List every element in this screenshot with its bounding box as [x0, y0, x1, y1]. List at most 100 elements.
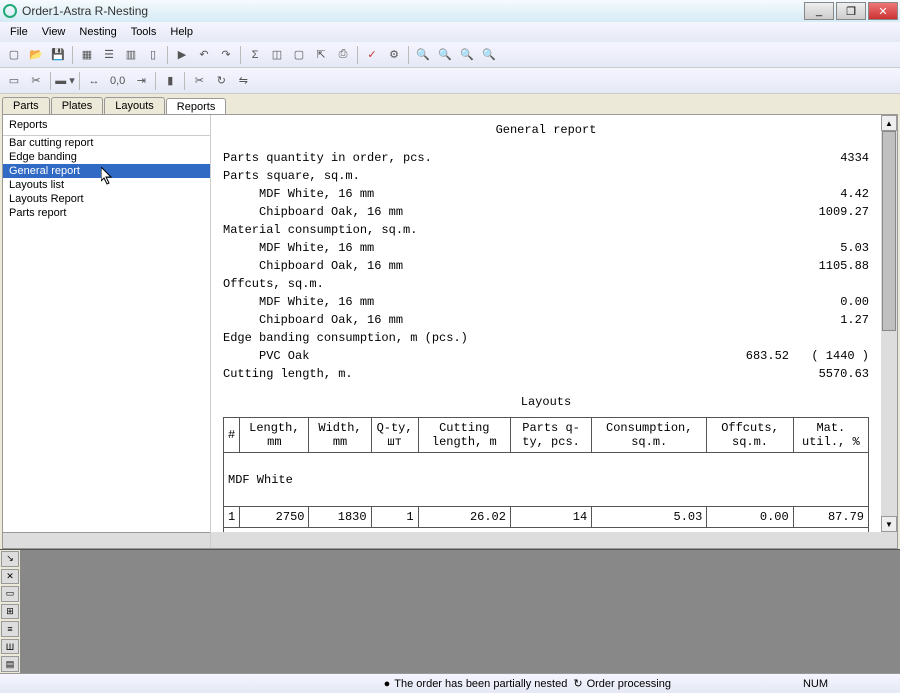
sheet-icon[interactable]: ▯ [143, 45, 163, 65]
tab-reports[interactable]: Reports [166, 98, 227, 115]
tab-parts[interactable]: Parts [2, 97, 50, 114]
grid-icon[interactable]: ▦ [77, 45, 97, 65]
window-title: Order1-Astra R-Nesting [22, 4, 804, 18]
print-icon[interactable]: ⎙ [333, 45, 353, 65]
check-icon[interactable]: ✓ [362, 45, 382, 65]
status-msg-2: Order processing [587, 678, 671, 690]
report-hscroll[interactable] [211, 532, 897, 548]
export-icon[interactable]: ⇱ [311, 45, 331, 65]
col-header: Cutting length, m [418, 418, 510, 453]
sidebar-hscroll[interactable] [3, 532, 210, 548]
kerf-icon[interactable]: ⇥ [131, 71, 151, 91]
layouts-table: #Length, mmWidth, mmQ-ty, штCutting leng… [223, 417, 869, 532]
sidebar-item[interactable]: Bar cutting report [3, 136, 210, 150]
tab-plates[interactable]: Plates [51, 97, 104, 114]
play-icon[interactable]: ▶ [172, 45, 192, 65]
tab-layouts[interactable]: Layouts [104, 97, 165, 114]
cursor-icon[interactable]: ↔ [84, 71, 104, 91]
precision-label[interactable]: 0,0 [106, 71, 129, 91]
report-content: General report Parts quantity in order, … [211, 115, 881, 532]
cell-width: 1830 [309, 507, 371, 528]
report-area: General report Parts quantity in order, … [211, 115, 897, 548]
report-value: 5570.63 [799, 365, 869, 383]
menu-file[interactable]: File [4, 24, 34, 40]
maximize-button[interactable]: ❐ [836, 2, 866, 20]
minimize-button[interactable]: _ [804, 2, 834, 20]
cell-parts: 14 [510, 507, 591, 528]
menu-nesting[interactable]: Nesting [73, 24, 122, 40]
box-icon[interactable]: ▢ [289, 45, 309, 65]
scroll-down-icon[interactable]: ▼ [881, 516, 897, 532]
cut-icon[interactable]: ▮ [160, 71, 180, 91]
scissors-icon[interactable]: ✂ [189, 71, 209, 91]
books-icon[interactable]: ▥ [121, 45, 141, 65]
report-label: Chipboard Oak, 16 mm [223, 311, 403, 329]
report-value: 5.03 [820, 239, 869, 257]
tool-b-icon[interactable]: ⊞ [1, 604, 19, 620]
flip-icon[interactable]: ⇋ [233, 71, 253, 91]
cell-off: 0.00 [707, 507, 793, 528]
report-value: 1.27 [820, 311, 869, 329]
zoom-fit-icon[interactable]: 🔍 [457, 45, 477, 65]
toolbar-1: ▢ 📂 💾 ▦ ☰ ▥ ▯ ▶ ↶ ↷ Σ ◫ ▢ ⇱ ⎙ ✓ ⚙ 🔍 🔍 🔍 … [0, 42, 900, 68]
new-icon[interactable]: ▢ [4, 45, 24, 65]
sigma-icon[interactable]: Σ [245, 45, 265, 65]
sidebar-item[interactable]: Layouts Report [3, 192, 210, 206]
material-row: MDF White [224, 453, 869, 507]
chart-icon[interactable]: ◫ [267, 45, 287, 65]
zoom-out-icon[interactable]: 🔍 [435, 45, 455, 65]
zoom-in-icon[interactable]: 🔍 [413, 45, 433, 65]
sidebar-list: Bar cutting reportEdge bandingGeneral re… [3, 136, 210, 532]
zoom-reset-icon[interactable]: 🔍 [479, 45, 499, 65]
tool-arrow-icon[interactable]: ↘ [1, 551, 19, 567]
layers-icon[interactable]: ☰ [99, 45, 119, 65]
open-icon[interactable]: 📂 [26, 45, 46, 65]
col-header: Width, mm [309, 418, 371, 453]
cell-util: 87.79 [793, 507, 868, 528]
tool-a-icon[interactable]: ▭ [1, 586, 19, 602]
report-label: Chipboard Oak, 16 mm [223, 257, 403, 275]
report-title: General report [223, 123, 869, 137]
save-icon[interactable]: 💾 [48, 45, 68, 65]
menu-bar: File View Nesting Tools Help [0, 22, 900, 42]
abacus-icon[interactable]: ⚙ [384, 45, 404, 65]
menu-view[interactable]: View [36, 24, 72, 40]
menu-help[interactable]: Help [164, 24, 199, 40]
report-line: Parts square, sq.m. [223, 167, 869, 185]
bottom-tools: ↘ ✕ ▭ ⊞ ≡ Ш ▤ [0, 550, 20, 673]
sidebar-item[interactable]: Edge banding [3, 150, 210, 164]
col-header: Consumption, sq.m. [592, 418, 707, 453]
status-msg-1: The order has been partially nested [394, 678, 567, 690]
scroll-up-icon[interactable]: ▲ [881, 115, 897, 131]
tool-e-icon[interactable]: ▤ [1, 656, 19, 672]
report-line: PVC Oak683.52( 1440 ) [223, 347, 869, 365]
tool-d-icon[interactable]: Ш [1, 639, 19, 655]
report-value: 4334 [820, 149, 869, 167]
scroll-thumb[interactable] [882, 131, 896, 331]
toggle-icon[interactable]: ▬ ▾ [55, 71, 75, 91]
report-vscroll[interactable]: ▲ ▼ [881, 115, 897, 532]
sidebar-header: Reports [3, 115, 210, 136]
cell-cut: 26.02 [418, 507, 510, 528]
undo-icon[interactable]: ↶ [194, 45, 214, 65]
menu-tools[interactable]: Tools [125, 24, 163, 40]
report-line: Chipboard Oak, 16 mm1009.27 [223, 203, 869, 221]
report-value: 1009.27 [799, 203, 869, 221]
rotate-icon[interactable]: ↻ [211, 71, 231, 91]
tool-x-icon[interactable]: ✕ [1, 569, 19, 585]
status-num: NUM [803, 678, 828, 690]
sidebar-item[interactable]: General report [3, 164, 210, 178]
col-header: Q-ty, шт [371, 418, 418, 453]
tool-c-icon[interactable]: ≡ [1, 621, 19, 637]
redo-icon[interactable]: ↷ [216, 45, 236, 65]
select-icon[interactable]: ▭ [4, 71, 24, 91]
report-line: Edge banding consumption, m (pcs.) [223, 329, 869, 347]
cross-icon[interactable]: ✂ [26, 71, 46, 91]
report-value-2: ( 1440 ) [789, 347, 869, 365]
sidebar-item[interactable]: Layouts list [3, 178, 210, 192]
reports-sidebar: Reports Bar cutting reportEdge bandingGe… [3, 115, 211, 548]
report-line: Chipboard Oak, 16 mm 1.27 [223, 311, 869, 329]
refresh-icon: ↻ [573, 677, 582, 690]
close-button[interactable]: ✕ [868, 2, 898, 20]
sidebar-item[interactable]: Parts report [3, 206, 210, 220]
